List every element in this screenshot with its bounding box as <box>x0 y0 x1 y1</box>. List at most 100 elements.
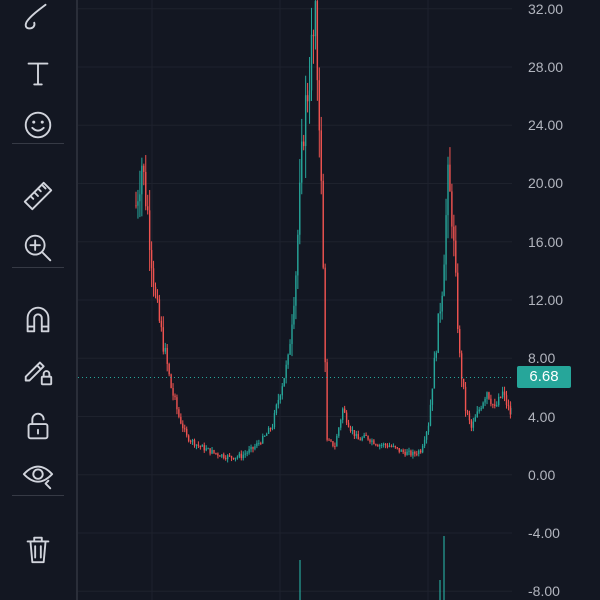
candle-body <box>421 445 424 453</box>
candle-body <box>209 448 211 454</box>
hide-drawings-tool[interactable] <box>14 458 62 498</box>
candle-body <box>478 409 480 412</box>
candle-body <box>141 165 143 195</box>
candle-body <box>377 445 379 447</box>
lock-all-tool[interactable] <box>14 408 62 448</box>
candle-body <box>484 398 486 403</box>
candle-body <box>279 395 281 400</box>
candle-body <box>189 441 192 443</box>
candle-body <box>359 439 361 441</box>
candle-body <box>492 404 494 406</box>
candle-body <box>172 388 174 396</box>
candle-body <box>306 95 309 102</box>
brush-icon <box>21 1 55 40</box>
candle-body <box>343 408 346 413</box>
candle-body <box>410 450 412 456</box>
candle-body <box>505 395 508 405</box>
candle-body <box>297 234 299 276</box>
candle-body <box>328 439 330 441</box>
candle-body <box>275 404 278 414</box>
unlock-icon <box>21 409 55 448</box>
candle-body <box>449 164 451 192</box>
measure-tool[interactable] <box>14 178 62 218</box>
candle-body <box>453 226 455 241</box>
candle-body <box>256 443 258 447</box>
candle-body <box>351 429 354 431</box>
candle-body <box>158 299 161 321</box>
candle-body <box>334 446 336 448</box>
candle-body <box>404 451 406 456</box>
candle-body <box>507 404 510 407</box>
candle-body <box>336 435 338 447</box>
price-chart[interactable] <box>78 0 512 600</box>
candle-body <box>338 427 340 436</box>
candle-body <box>312 34 315 37</box>
candle-body <box>293 305 295 325</box>
candle-body <box>470 420 473 428</box>
candle-body <box>384 443 387 446</box>
lock-drawings-tool[interactable] <box>14 354 62 394</box>
candle-body <box>443 264 445 296</box>
candle-body <box>412 452 414 456</box>
candle-body <box>468 413 471 421</box>
candle-body <box>427 425 430 432</box>
candle-body <box>258 443 260 445</box>
zoom-tool[interactable] <box>14 230 62 270</box>
candle-body <box>162 327 164 352</box>
candle-body <box>355 434 358 436</box>
candle-body <box>191 439 194 442</box>
emoji-tool[interactable] <box>14 107 62 147</box>
remove-drawings-tool[interactable] <box>14 531 62 571</box>
candle-body <box>248 449 250 453</box>
candle-body <box>482 402 484 409</box>
candle-body <box>226 455 229 460</box>
candle-body <box>285 364 287 379</box>
price-tick-label: 4.00 <box>528 408 556 425</box>
candle-body <box>365 435 367 437</box>
candle-body <box>490 398 492 405</box>
candle-body <box>447 164 449 216</box>
candle-body <box>382 443 385 445</box>
magnet-icon <box>21 303 55 342</box>
candle-body <box>176 397 178 410</box>
candle-body <box>455 240 457 273</box>
price-axis[interactable]: 32.00 28.00 24.00 20.00 16.00 12.00 8.00 4.00 0.… <box>512 0 600 600</box>
candle-body <box>193 439 196 446</box>
candle-body <box>439 311 441 314</box>
candle-body <box>135 205 137 207</box>
brush-tool[interactable] <box>14 0 62 40</box>
price-tick-label: 32.00 <box>528 0 564 17</box>
candle-body <box>187 435 190 442</box>
candle-body <box>262 435 264 444</box>
candle-body <box>457 272 459 329</box>
candle-body <box>451 191 453 227</box>
candle-body <box>139 194 141 202</box>
candle-body <box>186 428 188 436</box>
candle-body <box>182 423 184 429</box>
candle-body <box>147 206 149 211</box>
candle-body <box>304 95 307 147</box>
candle-body <box>211 450 213 454</box>
text-tool[interactable] <box>14 56 62 96</box>
candle-body <box>398 448 400 452</box>
trash-icon <box>21 532 55 571</box>
candle-body <box>326 362 328 440</box>
candle-body <box>423 439 426 446</box>
candle-body <box>137 201 139 206</box>
magnet-tool[interactable] <box>14 302 62 342</box>
candle-body <box>318 80 320 131</box>
candle-body <box>386 445 389 447</box>
candle-body <box>392 445 395 447</box>
candle-body <box>466 410 469 414</box>
text-icon <box>21 57 55 96</box>
price-tick-label: 0.00 <box>528 466 556 483</box>
candle-body <box>160 320 163 328</box>
candle-body <box>238 453 241 457</box>
candle-body <box>234 457 237 460</box>
candle-body <box>373 440 375 445</box>
candle-body <box>283 378 285 387</box>
candle-body <box>316 1 319 81</box>
candle-body <box>250 446 252 450</box>
candle-body <box>221 454 223 457</box>
candle-body <box>320 130 322 181</box>
